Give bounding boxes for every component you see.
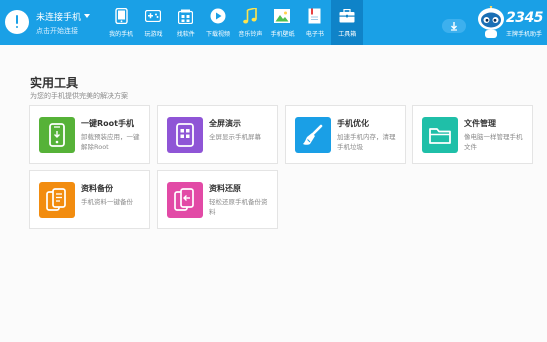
tool-card-optimize[interactable]: 手机优化 加速手机内存，清理手机垃圾	[285, 105, 406, 164]
ebook-icon	[307, 8, 323, 24]
device-status[interactable]: 未连接手机	[36, 10, 91, 23]
tool-desc: 像电脑一样管理手机文件	[464, 133, 523, 151]
tool-desc: 加速手机内存，清理手机垃圾	[337, 133, 396, 151]
tool-title: 一键Root手机	[81, 119, 134, 128]
brand-number: 2345	[506, 10, 543, 26]
nav-item-video[interactable]: 下载视频	[202, 0, 234, 45]
tool-title: 资料还原	[209, 184, 241, 193]
download-manager-button[interactable]	[442, 18, 466, 33]
brush-icon	[295, 117, 331, 153]
exclamation-circle-icon	[5, 10, 29, 34]
tool-card-restore[interactable]: 资料还原 轻松还原手机备份资料	[157, 170, 278, 229]
robot-mascot-icon	[478, 6, 504, 38]
tool-title: 文件管理	[464, 119, 496, 128]
top-bar: 未连接手机 点击开始连接 我的手机 玩游戏 找软件 下载视频 音乐铃声 手机壁纸…	[0, 0, 547, 45]
wallpaper-icon	[274, 8, 291, 24]
apps-icon	[178, 8, 194, 24]
tool-card-backup[interactable]: 资料备份 手机资料一键备份	[29, 170, 150, 229]
nav-label: 工具箱	[338, 31, 357, 38]
backup-icon	[39, 182, 75, 218]
toolbox-icon	[339, 8, 355, 24]
nav-item-wallpaper[interactable]: 手机壁纸	[266, 0, 298, 45]
brand-logo: 2345 王牌手机助手	[470, 4, 547, 44]
root-phone-icon	[39, 117, 75, 153]
tool-desc: 轻松还原手机备份资料	[209, 198, 268, 216]
device-status-label: 未连接手机	[36, 13, 82, 23]
device-connect-hint[interactable]: 点击开始连接	[36, 26, 78, 36]
page-title: 实用工具	[30, 76, 79, 90]
toolbox-page: 实用工具 为您的手机提供完美的解决方案 一键Root手机 卸载预装应用，一键解除…	[0, 45, 547, 342]
device-connect-panel[interactable]: 未连接手机 点击开始连接	[0, 0, 105, 45]
phone-icon	[113, 8, 129, 24]
nav-item-software[interactable]: 找软件	[170, 0, 202, 45]
fullscreen-apps-icon	[167, 117, 203, 153]
nav-item-my-phone[interactable]: 我的手机	[105, 0, 137, 45]
folder-icon	[422, 117, 458, 153]
tool-desc: 卸载预装应用，一键解除Root	[81, 133, 140, 151]
restore-icon	[167, 182, 203, 218]
chevron-down-icon	[84, 14, 91, 18]
tool-card-root[interactable]: 一键Root手机 卸载预装应用，一键解除Root	[29, 105, 150, 164]
nav-item-toolbox[interactable]: 工具箱	[331, 0, 364, 45]
music-note-icon	[242, 8, 258, 24]
main-nav: 我的手机 玩游戏 找软件 下载视频 音乐铃声 手机壁纸 电子书 工具箱	[105, 0, 364, 45]
tool-desc: 全屏显示手机屏幕	[209, 133, 261, 141]
tool-card-files[interactable]: 文件管理 像电脑一样管理手机文件	[412, 105, 533, 164]
nav-item-music[interactable]: 音乐铃声	[234, 0, 266, 45]
play-icon	[210, 8, 226, 24]
nav-item-ebook[interactable]: 电子书	[299, 0, 331, 45]
tool-desc: 手机资料一键备份	[81, 198, 133, 206]
tool-title: 全屏演示	[209, 119, 241, 128]
gamepad-icon	[145, 8, 162, 24]
tool-card-fullscreen[interactable]: 全屏演示 全屏显示手机屏幕	[157, 105, 278, 164]
page-subtitle: 为您的手机提供完美的解决方案	[30, 92, 128, 100]
tool-title: 手机优化	[337, 119, 369, 128]
brand-slogan: 王牌手机助手	[506, 31, 543, 38]
nav-item-games[interactable]: 玩游戏	[137, 0, 169, 45]
tool-title: 资料备份	[81, 184, 113, 193]
